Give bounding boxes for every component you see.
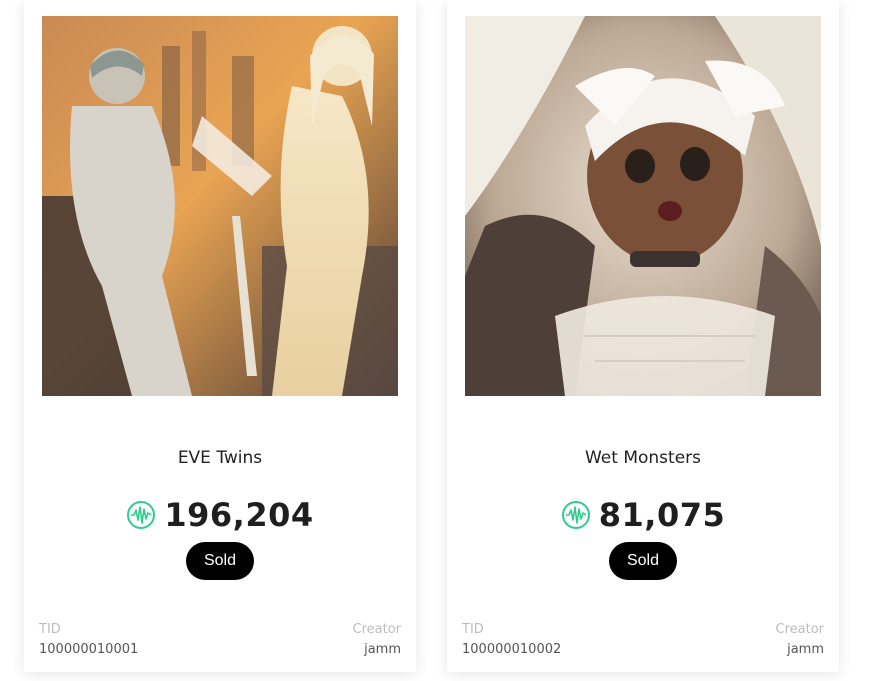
artwork-image[interactable] [465,16,821,396]
price-value: 81,075 [598,496,726,534]
creator-label: Creator [352,622,402,637]
creator-block: Creator jamm [353,622,402,657]
tid-value: 100000010002 [462,642,562,657]
tid-label: TID [462,622,484,637]
tid-block: TID 100000010001 [39,622,138,657]
nft-card[interactable]: Wet Monsters 81,075 Sold TID 10000001000… [447,0,839,672]
sold-button[interactable]: Sold [609,542,677,580]
price-value: 196,204 [164,496,314,534]
nft-card[interactable]: EVE Twins 196,204 Sold TID 100000010001 … [24,0,416,672]
creator-block: Creator jamm [776,622,825,657]
artwork-wet-monsters [465,16,821,396]
price-row: 81,075 [447,496,839,534]
creator-value[interactable]: jamm [776,642,824,657]
tid-value: 100000010001 [39,642,139,657]
artwork-image[interactable] [42,16,398,396]
waveform-coin-icon [561,501,590,529]
tid-label: TID [39,622,61,637]
card-title[interactable]: Wet Monsters [447,448,839,468]
waveform-coin-icon [127,501,156,529]
tid-block: TID 100000010002 [462,622,561,657]
price-row: 196,204 [24,496,416,534]
creator-value[interactable]: jamm [353,642,401,657]
creator-label: Creator [775,622,825,637]
artwork-eve-twins [42,16,398,396]
card-title[interactable]: EVE Twins [24,448,416,468]
sold-button[interactable]: Sold [186,542,254,580]
